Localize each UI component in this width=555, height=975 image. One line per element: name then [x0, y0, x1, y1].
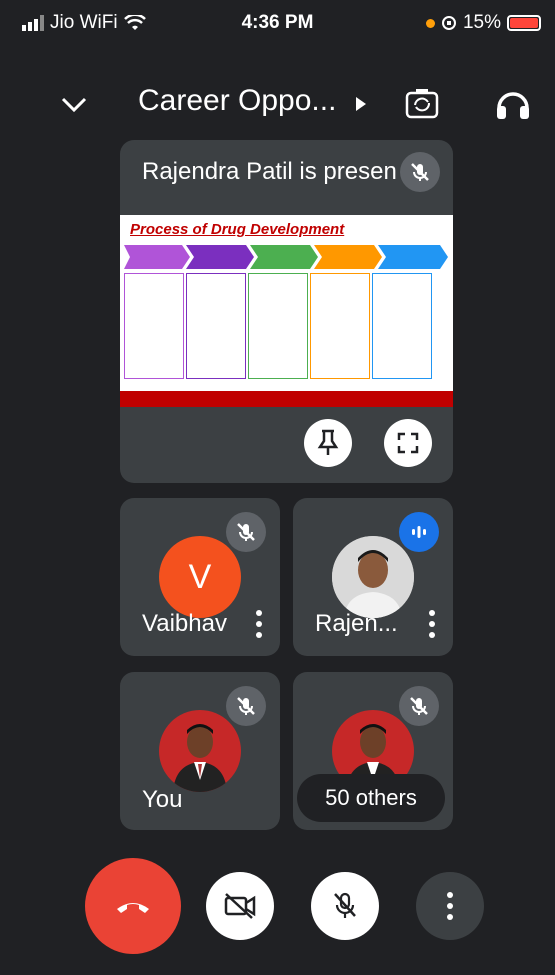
status-right: 15% — [425, 12, 541, 34]
presentation-tile[interactable]: Rajendra Patil is presen Process of Drug… — [120, 140, 453, 483]
camera-off-icon — [224, 893, 256, 919]
others-count: 50 others — [297, 774, 445, 822]
mic-off-indicator — [399, 686, 439, 726]
more-options-button[interactable] — [416, 872, 484, 940]
shared-slide: Process of Drug Development — [120, 215, 453, 407]
speaking-indicator — [399, 512, 439, 552]
others-tile[interactable]: 50 others — [293, 672, 453, 830]
presenter-label: Rajendra Patil is presen — [142, 158, 397, 185]
pin-button[interactable] — [304, 419, 352, 467]
camera-switch-icon[interactable] — [404, 86, 440, 122]
pin-icon — [317, 429, 339, 455]
mic-off-icon — [237, 697, 255, 715]
more-vert-icon — [447, 892, 453, 920]
slide-title: Process of Drug Development — [130, 221, 345, 238]
fullscreen-button[interactable] — [384, 419, 432, 467]
slide-footer-bar — [120, 391, 453, 407]
status-bar: Jio WiFi 4:36 PM 15% — [0, 0, 555, 46]
fullscreen-icon — [397, 432, 419, 454]
avatar — [159, 710, 241, 792]
orientation-lock-icon — [441, 16, 456, 30]
stage-arrows — [124, 243, 449, 271]
stage-column — [186, 273, 246, 379]
mic-off-indicator — [400, 152, 440, 192]
headphones-icon[interactable] — [494, 84, 532, 122]
participant-name: You — [142, 786, 183, 813]
participant-tile[interactable]: V Vaibhav — [120, 498, 280, 656]
mic-off-indicator — [226, 686, 266, 726]
self-tile[interactable]: You — [120, 672, 280, 830]
more-options-icon[interactable] — [256, 610, 262, 643]
mic-off-button[interactable] — [311, 872, 379, 940]
phone-hangup-icon — [117, 903, 149, 913]
mic-off-icon — [334, 892, 356, 918]
process-arrows — [124, 245, 448, 269]
more-options-icon[interactable] — [429, 610, 435, 643]
battery-percent: 15% — [462, 12, 501, 33]
mic-off-icon — [237, 523, 255, 541]
stage-column — [248, 273, 308, 379]
mic-off-icon — [410, 697, 428, 715]
person-photo — [159, 710, 241, 792]
stage-column — [310, 273, 370, 379]
play-arrow-icon[interactable] — [354, 96, 368, 112]
audio-wave-icon — [412, 526, 426, 538]
person-photo — [332, 536, 414, 618]
camera-off-button[interactable] — [206, 872, 274, 940]
participant-name: Vaibhav — [142, 610, 227, 637]
participant-tile[interactable]: Rajen... — [293, 498, 453, 656]
mic-off-icon — [411, 163, 429, 181]
meeting-title[interactable]: Career Oppo... — [138, 84, 336, 118]
participant-name: Rajen... — [315, 610, 398, 637]
stage-column — [124, 273, 184, 379]
chevron-down-icon[interactable] — [58, 88, 90, 120]
avatar: V — [159, 536, 241, 618]
avatar — [332, 536, 414, 618]
battery-icon — [507, 15, 541, 31]
stage-column — [372, 273, 432, 379]
mic-in-use-dot — [425, 18, 435, 28]
mic-off-indicator — [226, 512, 266, 552]
end-call-button[interactable] — [85, 858, 181, 954]
